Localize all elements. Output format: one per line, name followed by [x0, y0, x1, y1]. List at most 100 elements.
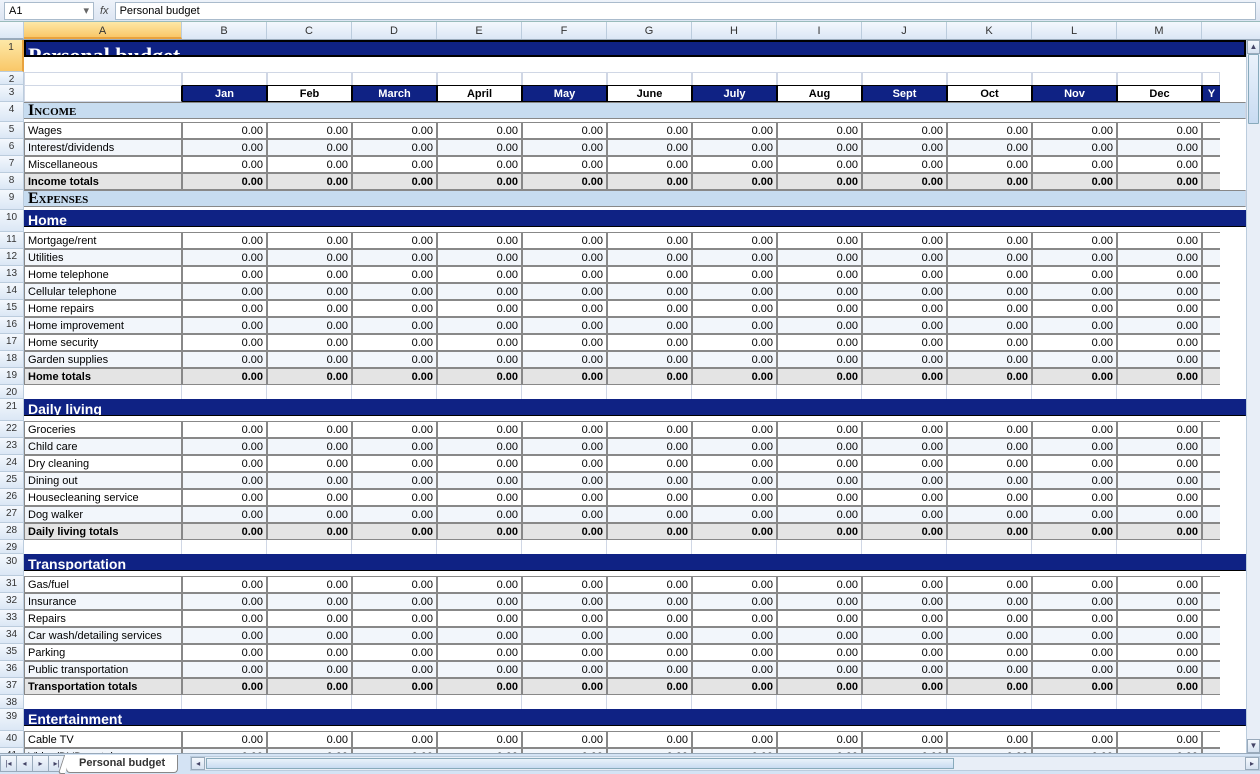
- cell[interactable]: 0.00: [947, 438, 1032, 455]
- cell[interactable]: Car wash/detailing services: [24, 627, 182, 644]
- cell[interactable]: 0.00: [947, 627, 1032, 644]
- cell[interactable]: 0.00: [947, 232, 1032, 249]
- row-header-22[interactable]: 22: [0, 421, 24, 438]
- cell[interactable]: 0.00: [437, 283, 522, 300]
- row-header-16[interactable]: 16: [0, 317, 24, 334]
- cell[interactable]: 0.00: [182, 368, 267, 385]
- cell[interactable]: 0.00: [607, 627, 692, 644]
- cell[interactable]: 0.00: [437, 661, 522, 678]
- cell[interactable]: [1202, 249, 1220, 266]
- row-header-37[interactable]: 37: [0, 678, 24, 695]
- cell[interactable]: 0.00: [522, 576, 607, 593]
- cell[interactable]: Entertainment: [24, 709, 1246, 726]
- cell[interactable]: 0.00: [862, 523, 947, 540]
- row-header-18[interactable]: 18: [0, 351, 24, 368]
- cell[interactable]: 0.00: [862, 627, 947, 644]
- cell[interactable]: 0.00: [947, 368, 1032, 385]
- cell[interactable]: Child care: [24, 438, 182, 455]
- cell[interactable]: 0.00: [352, 489, 437, 506]
- scroll-track[interactable]: [1247, 54, 1260, 739]
- cell[interactable]: 0.00: [607, 523, 692, 540]
- cell[interactable]: Utilities: [24, 249, 182, 266]
- cell[interactable]: 0.00: [267, 661, 352, 678]
- cell[interactable]: 0.00: [607, 139, 692, 156]
- row-header-33[interactable]: 33: [0, 610, 24, 627]
- cell[interactable]: 0.00: [947, 351, 1032, 368]
- cell[interactable]: Dec: [1117, 85, 1202, 102]
- cell[interactable]: 0.00: [182, 506, 267, 523]
- cell[interactable]: [1202, 661, 1220, 678]
- cell[interactable]: 0.00: [352, 506, 437, 523]
- cell[interactable]: 0.00: [777, 678, 862, 695]
- cell[interactable]: 0.00: [352, 283, 437, 300]
- column-header-J[interactable]: J: [862, 22, 947, 39]
- cell[interactable]: 0.00: [947, 593, 1032, 610]
- cell[interactable]: 0.00: [267, 523, 352, 540]
- cell[interactable]: 0.00: [607, 661, 692, 678]
- cell[interactable]: 0.00: [1117, 489, 1202, 506]
- cell[interactable]: 0.00: [862, 334, 947, 351]
- cell[interactable]: 0.00: [352, 593, 437, 610]
- cell[interactable]: 0.00: [947, 317, 1032, 334]
- cell[interactable]: 0.00: [777, 593, 862, 610]
- cell[interactable]: Transportation: [24, 554, 1246, 571]
- row-header-19[interactable]: 19: [0, 368, 24, 385]
- cell[interactable]: 0.00: [182, 249, 267, 266]
- cell[interactable]: 0.00: [182, 334, 267, 351]
- cell[interactable]: 0.00: [182, 300, 267, 317]
- cell[interactable]: 0.00: [522, 368, 607, 385]
- cell[interactable]: 0.00: [777, 351, 862, 368]
- cell[interactable]: 0.00: [352, 627, 437, 644]
- cell[interactable]: 0.00: [1117, 421, 1202, 438]
- cell[interactable]: 0.00: [862, 644, 947, 661]
- scroll-down-button[interactable]: ▼: [1247, 739, 1260, 753]
- row-header-1[interactable]: 1: [0, 40, 24, 72]
- cell[interactable]: Home repairs: [24, 300, 182, 317]
- cell[interactable]: 0.00: [437, 266, 522, 283]
- cell[interactable]: 0.00: [947, 610, 1032, 627]
- column-header-F[interactable]: F: [522, 22, 607, 39]
- cell[interactable]: 0.00: [352, 576, 437, 593]
- cell[interactable]: 0.00: [522, 421, 607, 438]
- cell[interactable]: 0.00: [777, 489, 862, 506]
- row-header-5[interactable]: 5: [0, 122, 24, 139]
- cell[interactable]: 0.00: [947, 173, 1032, 190]
- cell[interactable]: 0.00: [777, 249, 862, 266]
- cell[interactable]: Insurance: [24, 593, 182, 610]
- cell[interactable]: 0.00: [182, 523, 267, 540]
- cell[interactable]: 0.00: [1117, 506, 1202, 523]
- cell[interactable]: 0.00: [352, 368, 437, 385]
- row-header-13[interactable]: 13: [0, 266, 24, 283]
- cell[interactable]: Personal budget: [24, 40, 1246, 57]
- sheet-area[interactable]: 1Personal budget23JanFebMarchAprilMayJun…: [0, 40, 1246, 753]
- cell[interactable]: 0.00: [1117, 368, 1202, 385]
- cell[interactable]: 0.00: [1117, 576, 1202, 593]
- cell[interactable]: 0.00: [352, 300, 437, 317]
- cell[interactable]: 0.00: [777, 421, 862, 438]
- cell[interactable]: [1202, 438, 1220, 455]
- cell[interactable]: 0.00: [522, 731, 607, 748]
- cell[interactable]: 0.00: [862, 678, 947, 695]
- row-header-24[interactable]: 24: [0, 455, 24, 472]
- cell[interactable]: 0.00: [692, 731, 777, 748]
- row-header-2[interactable]: 2: [0, 72, 24, 85]
- cell[interactable]: 0.00: [777, 368, 862, 385]
- cell[interactable]: 0.00: [692, 249, 777, 266]
- row-header-38[interactable]: 38: [0, 695, 24, 709]
- cell[interactable]: Home security: [24, 334, 182, 351]
- cell[interactable]: 0.00: [522, 351, 607, 368]
- cell[interactable]: 0.00: [352, 173, 437, 190]
- cell[interactable]: 0.00: [607, 576, 692, 593]
- cell[interactable]: [1202, 283, 1220, 300]
- cell[interactable]: 0.00: [182, 610, 267, 627]
- cell[interactable]: Expenses: [24, 190, 1246, 207]
- cell[interactable]: 0.00: [1032, 678, 1117, 695]
- cell[interactable]: 0.00: [182, 139, 267, 156]
- cell[interactable]: 0.00: [437, 351, 522, 368]
- row-header-3[interactable]: 3: [0, 85, 24, 102]
- cell[interactable]: Jan: [182, 85, 267, 102]
- cell[interactable]: Sept: [862, 85, 947, 102]
- cell[interactable]: 0.00: [777, 300, 862, 317]
- cell[interactable]: 0.00: [607, 438, 692, 455]
- cell[interactable]: 0.00: [182, 421, 267, 438]
